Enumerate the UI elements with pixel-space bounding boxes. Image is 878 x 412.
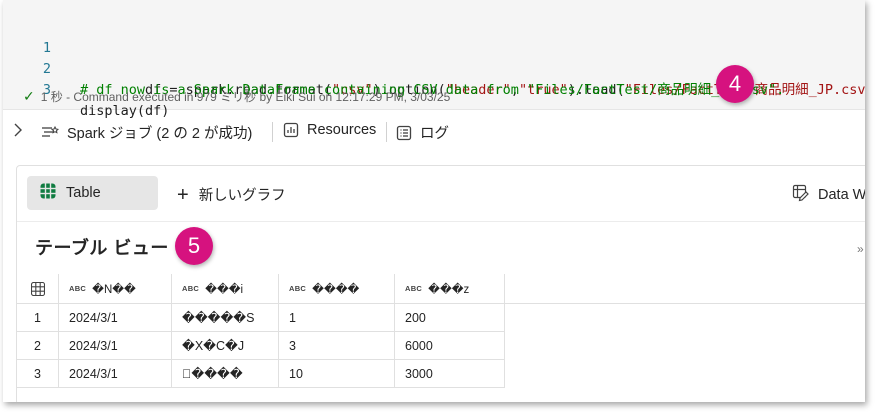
log-button[interactable]: ログ	[396, 122, 449, 143]
resources-icon	[283, 122, 299, 138]
plus-icon: +	[177, 183, 189, 206]
table-cell[interactable]: 2024/3/1	[59, 360, 172, 388]
table-tab[interactable]: Table	[27, 176, 158, 210]
grid-icon[interactable]	[17, 274, 59, 304]
table-header-row: ABC �N�� ABC ���i ABC ���� ABC ���z	[17, 274, 505, 304]
table-cell[interactable]: 3000	[395, 360, 505, 388]
collapse-icon[interactable]: »	[857, 242, 864, 256]
table-cell[interactable]: 10	[279, 360, 395, 388]
chevron-right-icon[interactable]	[13, 123, 25, 139]
table-row[interactable]: 3 2024/3/1  ���� 10 3000	[17, 360, 505, 388]
header-filler	[505, 274, 865, 304]
column-header-label: �N��	[92, 283, 136, 296]
spark-jobs-label: Spark ジョブ (2 の 2 が成功)	[67, 126, 253, 142]
divider	[386, 122, 387, 142]
log-icon	[396, 125, 412, 141]
string-type-tag: ABC	[69, 284, 87, 293]
log-label: ログ	[420, 126, 449, 142]
column-header-label: ���i	[205, 283, 244, 296]
table-tab-label: Table	[66, 185, 101, 201]
table-cell[interactable]: 3	[279, 332, 395, 360]
spark-jobs-icon	[41, 125, 59, 141]
code-line-1: 1 df = spark.read.format("csv").option("…	[3, 17, 865, 98]
table-cell[interactable]: 200	[395, 304, 505, 332]
table-row[interactable]: 2 2024/3/1 �X�C�J 3 6000	[17, 332, 505, 360]
table-cell[interactable]:  ����	[172, 360, 279, 388]
execution-status: ✓ 1 秒 - Command executed in 979 ミリ秒 by E…	[23, 88, 450, 105]
divider	[17, 221, 865, 222]
column-header-label: ����	[312, 283, 360, 296]
new-graph-label: 新しいグラフ	[198, 188, 286, 204]
data-wrangler-label: Data W	[818, 187, 865, 203]
table-cell[interactable]: �����S	[172, 304, 279, 332]
table-row[interactable]: 1 2024/3/1 �����S 1 200	[17, 304, 505, 332]
table-cell[interactable]: 2024/3/1	[59, 304, 172, 332]
resources-button[interactable]: Resources	[283, 122, 376, 138]
new-graph-button[interactable]: + 新しいグラフ	[177, 184, 286, 205]
string-type-tag: ABC	[289, 284, 307, 293]
data-wrangler-icon	[792, 184, 810, 206]
execution-status-text: 1 秒 - Command executed in 979 ミリ秒 by Eik…	[40, 90, 451, 104]
table-cell[interactable]: 1	[279, 304, 395, 332]
data-wrangler-button[interactable]: Data W	[792, 184, 865, 206]
spark-jobs-button[interactable]: Spark ジョブ (2 の 2 が成功)	[41, 122, 252, 143]
notebook-frame: 1 df = spark.read.format("csv").option("…	[3, 0, 865, 402]
resources-label: Resources	[307, 122, 377, 138]
callout-badge-4: 4	[716, 65, 754, 103]
column-header[interactable]: ABC ���z	[395, 274, 505, 304]
row-index: 3	[17, 360, 59, 388]
view-title: テーブル ビュー	[35, 238, 169, 258]
column-header[interactable]: ABC ����	[279, 274, 395, 304]
string-type-tag: ABC	[405, 284, 423, 293]
table-cell[interactable]: �X�C�J	[172, 332, 279, 360]
output-panel: Table + 新しいグラフ Data W テーブル ビュー » ABC �N��…	[16, 165, 865, 402]
column-header[interactable]: ABC ���i	[172, 274, 279, 304]
check-icon: ✓	[23, 88, 35, 104]
table-icon	[40, 183, 56, 203]
table-cell[interactable]: 2024/3/1	[59, 332, 172, 360]
code-line-3: 3 display(df)	[3, 59, 170, 119]
code-line-2: 2 # df now is a Spark DataFrame containi…	[3, 38, 784, 98]
callout-badge-5: 5	[175, 227, 213, 265]
divider	[272, 122, 273, 142]
column-header-label: ���z	[428, 283, 470, 296]
column-header[interactable]: ABC �N��	[59, 274, 172, 304]
output-meta-row: Spark ジョブ (2 の 2 が成功) Resources ログ	[3, 118, 865, 146]
row-index: 1	[17, 304, 59, 332]
table-cell[interactable]: 6000	[395, 332, 505, 360]
row-index: 2	[17, 332, 59, 360]
string-type-tag: ABC	[182, 284, 200, 293]
